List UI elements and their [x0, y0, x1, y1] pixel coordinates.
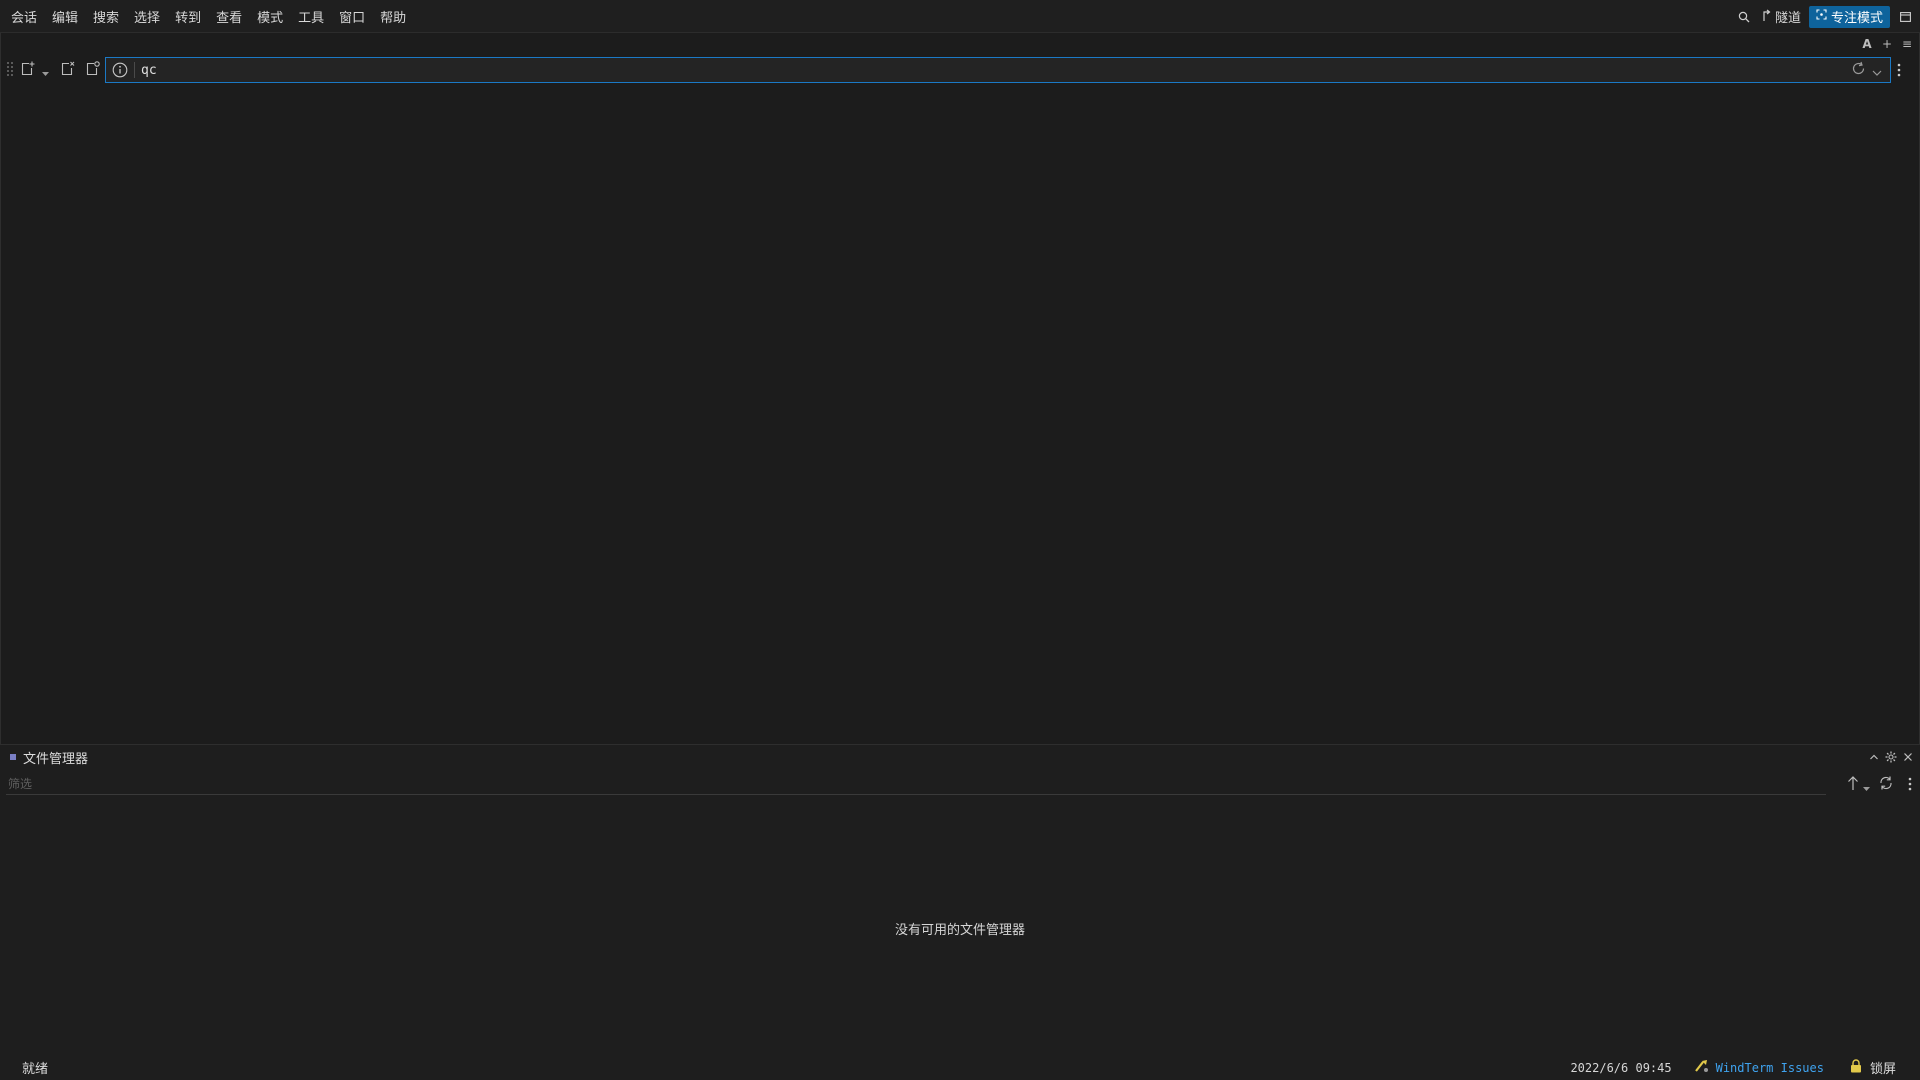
file-manager-header: 文件管理器: [0, 745, 1920, 769]
menu-mode[interactable]: 模式: [250, 3, 290, 30]
new-session-button[interactable]: [18, 58, 38, 82]
file-manager-filter-row: [0, 771, 1920, 799]
tunnel-icon: [1762, 9, 1772, 25]
chevron-down-icon: [41, 61, 49, 80]
menu-window[interactable]: 窗口: [332, 3, 372, 30]
lock-screen-label: 锁屏: [1869, 1062, 1896, 1077]
file-manager-toolbar: [1847, 773, 1912, 797]
bug-icon: [1694, 1059, 1710, 1076]
chevron-up-icon[interactable]: [1868, 748, 1880, 767]
menu-session[interactable]: 会话: [4, 3, 44, 30]
address-bar: [105, 57, 1891, 83]
status-text: 就绪: [22, 1062, 49, 1077]
tab-list-button[interactable]: ≡: [1899, 37, 1915, 51]
grip-handle-icon[interactable]: [5, 61, 15, 79]
font-button[interactable]: A: [1859, 37, 1875, 51]
close-session-button[interactable]: [56, 58, 80, 82]
address-input[interactable]: [141, 59, 1851, 81]
lock-icon: [1850, 1058, 1862, 1077]
menu-goto[interactable]: 转到: [168, 3, 208, 30]
more-options-icon[interactable]: [1908, 776, 1912, 795]
file-manager-header-actions: [1868, 747, 1914, 767]
new-tab-button[interactable]: +: [1879, 37, 1895, 51]
status-bar: 就绪 2022/6/6 09:45 WindTerm Issues 锁屏: [0, 1055, 1920, 1080]
search-icon[interactable]: [1738, 11, 1750, 23]
main-menu: 会话 编辑 搜索 选择 转到 查看 模式 工具 窗口 帮助: [0, 3, 414, 30]
close-icon[interactable]: [1902, 748, 1914, 767]
window-layout-button[interactable]: [1890, 0, 1920, 33]
menu-edit[interactable]: 编辑: [45, 3, 85, 30]
menu-search[interactable]: 搜索: [86, 3, 126, 30]
issues-link-button[interactable]: WindTerm Issues: [1694, 1059, 1824, 1076]
menu-help[interactable]: 帮助: [373, 3, 413, 30]
tunnel-button[interactable]: 隧道: [1762, 7, 1801, 26]
tunnel-label: 隧道: [1774, 11, 1801, 26]
refresh-icon[interactable]: [1851, 61, 1866, 80]
menu-bar: 会话 编辑 搜索 选择 转到 查看 模式 工具 窗口 帮助 隧道 专注模式: [0, 0, 1920, 33]
session-settings-icon: [86, 60, 100, 80]
terminal-area[interactable]: A + ≡: [0, 33, 1920, 745]
address-dropdown-icon[interactable]: [1872, 61, 1882, 80]
arrow-up-icon[interactable]: [1847, 775, 1859, 795]
focus-icon: [1816, 9, 1827, 24]
address-actions: [1851, 61, 1890, 80]
new-session-icon: [21, 61, 35, 80]
panel-marker-icon: [10, 754, 16, 760]
tab-tools: A + ≡: [1859, 34, 1915, 54]
focus-mode-label: 专注模式: [1830, 11, 1883, 26]
file-manager-panel: 文件管理器 筛选 没有可用的文件管理器: [0, 745, 1920, 1055]
close-session-icon: [61, 61, 75, 80]
focus-mode-button[interactable]: 专注模式: [1808, 5, 1890, 28]
chevron-down-icon[interactable]: [1863, 776, 1870, 795]
window-icon: [1899, 7, 1911, 26]
empty-state-message: 没有可用的文件管理器: [894, 923, 1025, 938]
file-manager-title: 文件管理器: [23, 751, 89, 767]
lock-screen-button[interactable]: 锁屏: [1850, 1058, 1896, 1077]
info-icon[interactable]: [106, 58, 134, 82]
filter-input[interactable]: [6, 773, 1826, 795]
refresh-icon[interactable]: [1878, 775, 1894, 795]
address-separator: [134, 62, 135, 78]
datetime: 2022/6/6 09:45: [1570, 1060, 1672, 1075]
gear-icon[interactable]: [1885, 748, 1897, 767]
menu-tools[interactable]: 工具: [291, 3, 331, 30]
new-session-dropdown[interactable]: [38, 58, 52, 82]
menu-view[interactable]: 查看: [209, 3, 249, 30]
menubar-right: 隧道 专注模式: [1738, 0, 1920, 33]
menu-select[interactable]: 选择: [127, 3, 167, 30]
status-right: 2022/6/6 09:45 WindTerm Issues 锁屏: [1570, 1055, 1896, 1080]
issues-link[interactable]: WindTerm Issues: [1716, 1061, 1824, 1075]
more-options-icon[interactable]: [1891, 57, 1907, 83]
address-bar-row: [1, 55, 1919, 85]
session-settings-button[interactable]: [80, 58, 106, 82]
